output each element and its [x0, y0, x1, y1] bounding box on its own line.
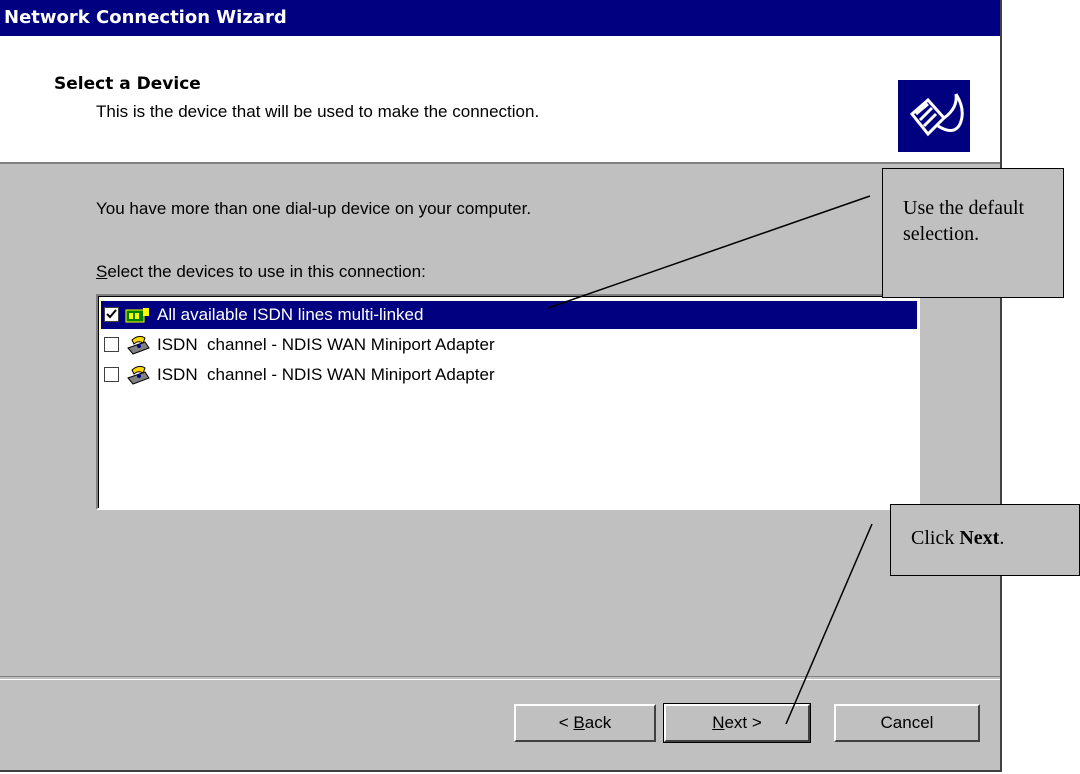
click-next-callout: Click Next.: [890, 504, 1080, 576]
callout-prefix: Click: [911, 527, 960, 549]
intro-text: You have more than one dial-up device on…: [96, 199, 532, 218]
network-cable-icon: [898, 80, 970, 152]
next-button-text: ext >: [724, 713, 762, 732]
device-item[interactable]: All available ISDN lines multi-linked: [100, 300, 918, 330]
device-item[interactable]: ISDN channel - NDIS WAN Miniport Adapter: [101, 361, 917, 389]
isdn-multilink-icon: [125, 304, 151, 326]
callout-bold: Next: [959, 527, 1000, 549]
default-selection-callout: Use the default selection.: [882, 168, 1064, 298]
device-checkbox[interactable]: [104, 337, 119, 352]
modem-phone-icon: [125, 334, 151, 356]
device-label: All available ISDN lines multi-linked: [157, 305, 424, 324]
device-item[interactable]: ISDN channel - NDIS WAN Miniport Adapter: [101, 331, 917, 359]
back-button-prefix: <: [558, 713, 574, 732]
device-list[interactable]: All available ISDN lines multi-linked IS…: [96, 294, 920, 510]
button-separator: [0, 676, 1000, 680]
accelerator-key: S: [96, 262, 108, 281]
device-label: ISDN channel - NDIS WAN Miniport Adapter: [157, 365, 495, 384]
back-button-accel: B: [573, 713, 585, 732]
next-button-accel: N: [712, 713, 725, 732]
back-button[interactable]: < Back: [514, 704, 656, 742]
device-label: ISDN channel - NDIS WAN Miniport Adapter: [157, 335, 495, 354]
page-title: Select a Device: [54, 74, 201, 94]
device-checkbox[interactable]: [104, 367, 119, 382]
wizard-window: Network Connection Wizard Select a Devic…: [0, 0, 1002, 772]
window-title: Network Connection Wizard: [4, 7, 287, 28]
page-subtitle: This is the device that will be used to …: [96, 102, 540, 121]
wizard-header: Select a Device This is the device that …: [0, 36, 1000, 164]
next-button[interactable]: Next >: [663, 703, 811, 743]
select-devices-label: Select the devices to use in this connec…: [96, 262, 426, 282]
callout-text: Use the default selection.: [903, 197, 1025, 245]
device-checkbox[interactable]: [104, 307, 119, 322]
cancel-button[interactable]: Cancel: [834, 704, 980, 742]
title-bar[interactable]: Network Connection Wizard: [0, 0, 1000, 36]
callout-suffix: .: [999, 527, 1005, 549]
device-list-inner: All available ISDN lines multi-linked IS…: [98, 296, 918, 508]
modem-phone-icon: [125, 364, 151, 386]
back-button-text: ack: [584, 713, 612, 732]
select-devices-label-text: elect the devices to use in this connect…: [107, 262, 426, 281]
